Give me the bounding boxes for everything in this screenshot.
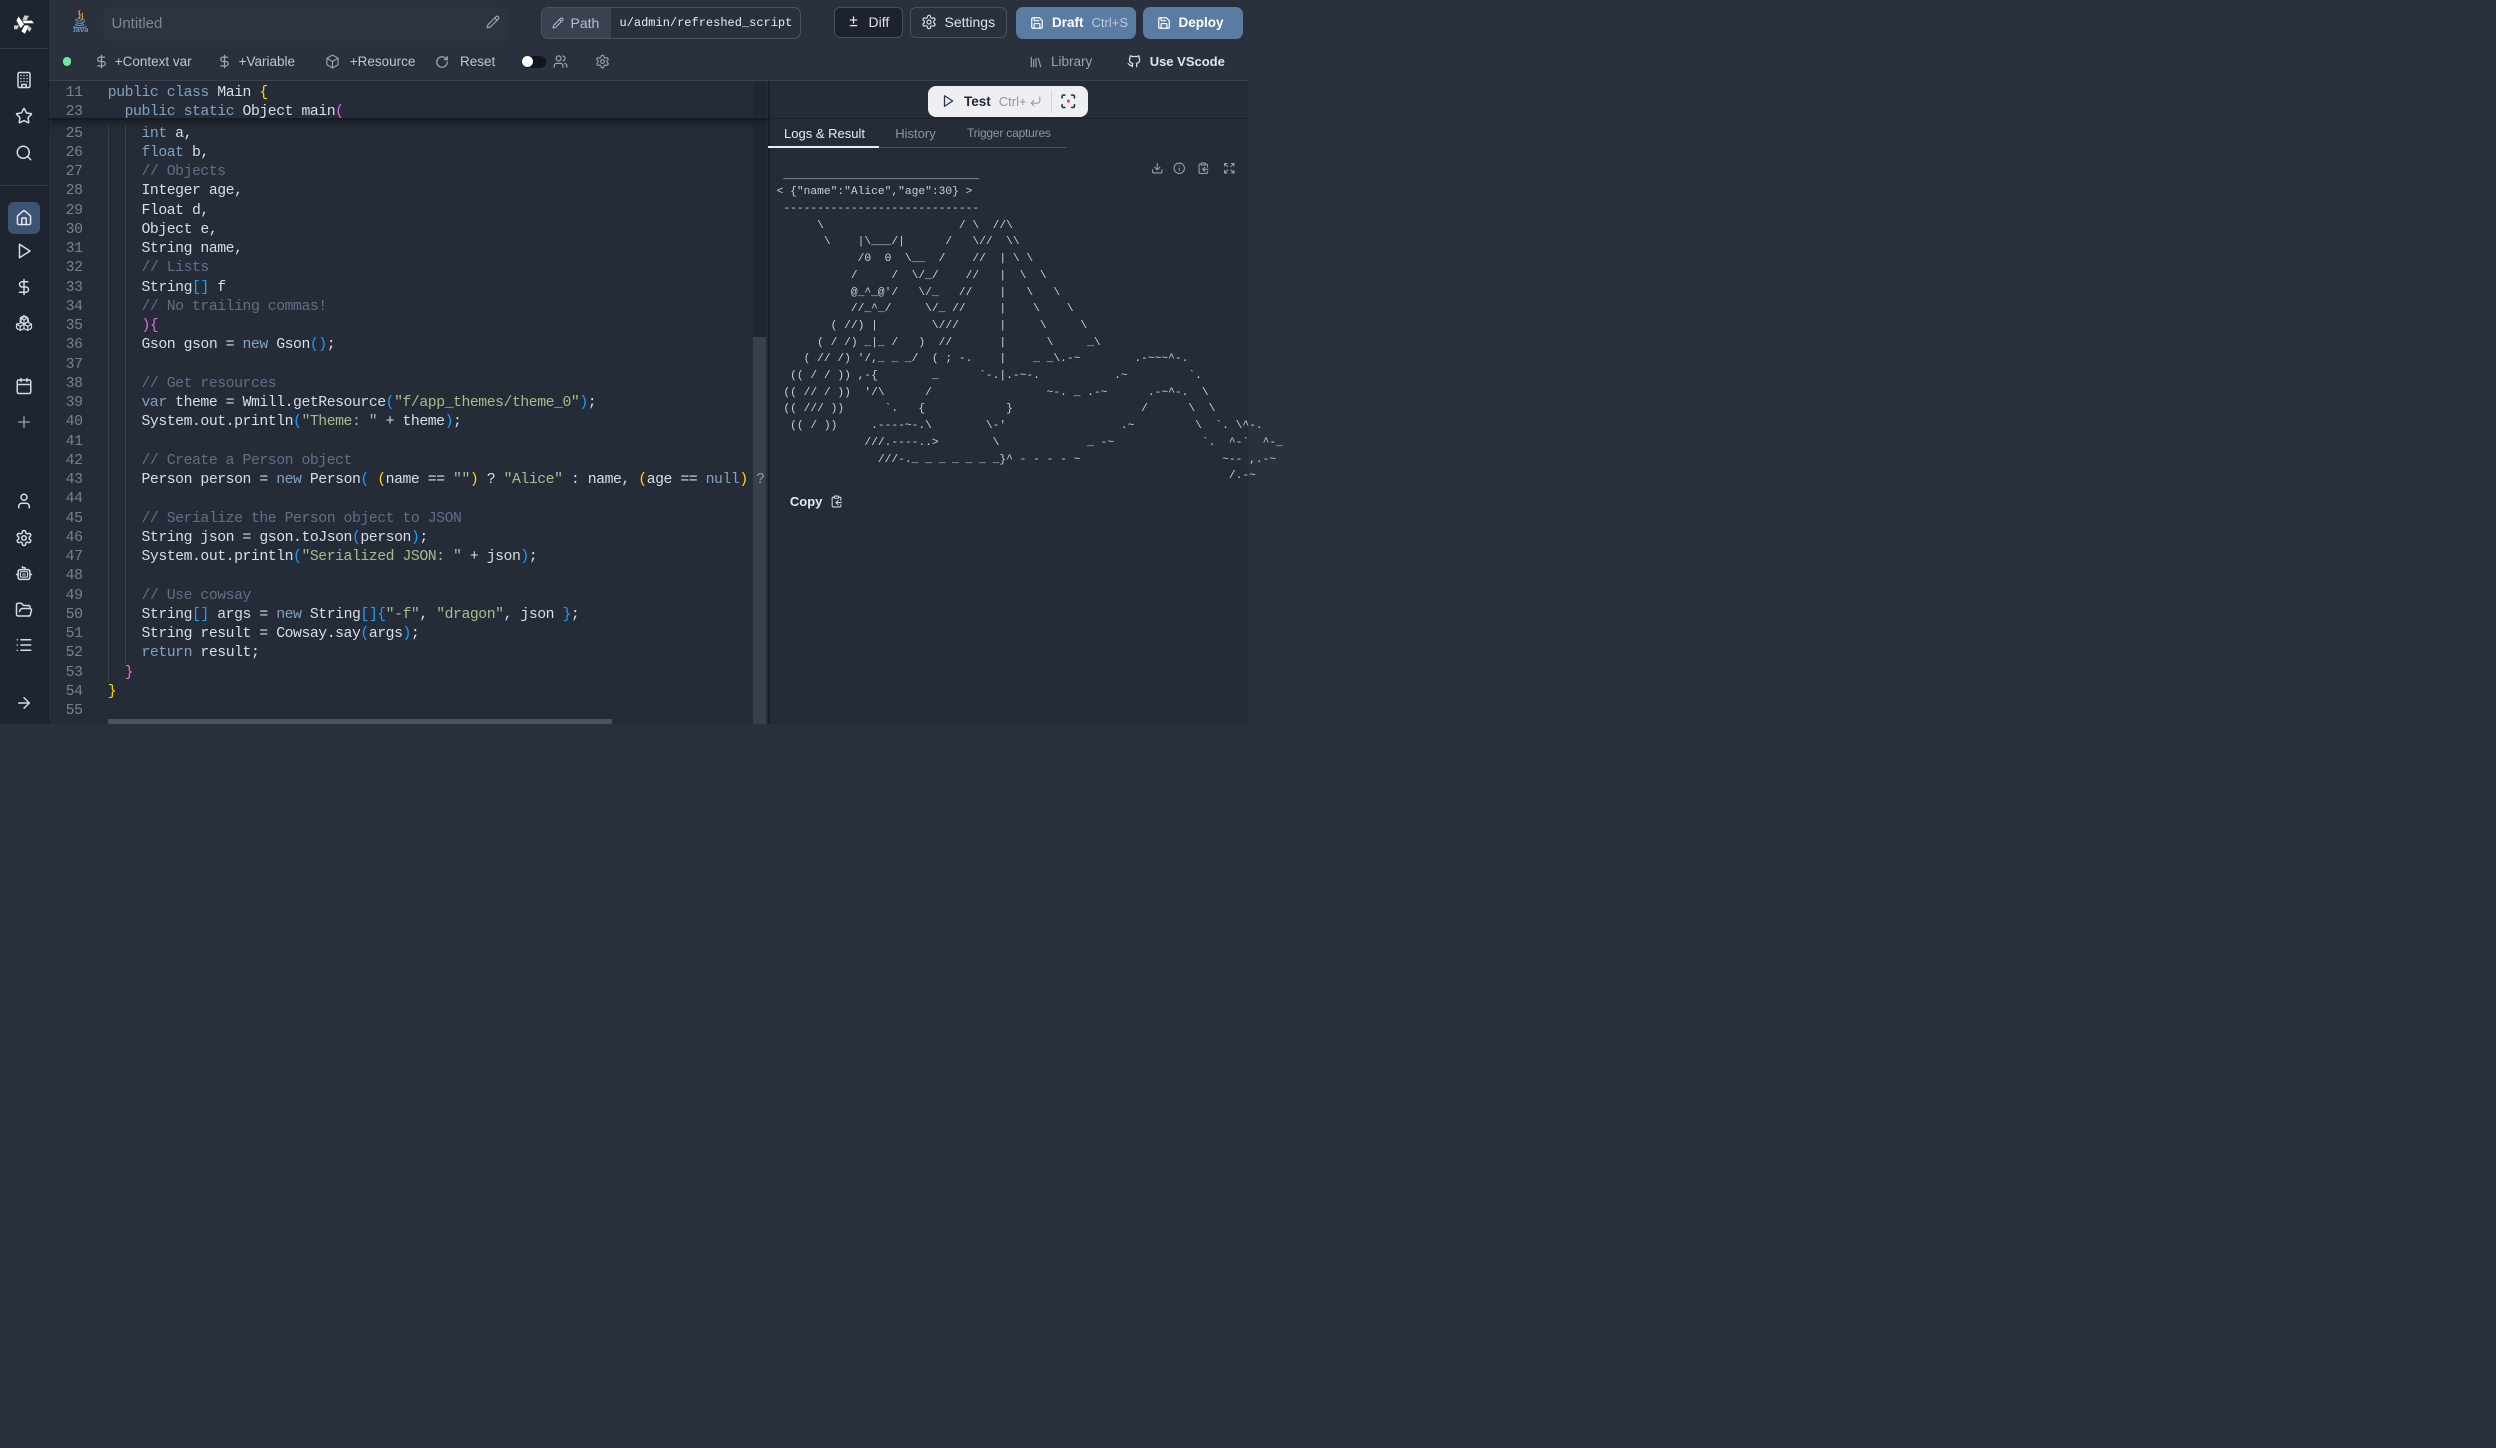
svg-text:Java: Java	[73, 25, 88, 33]
